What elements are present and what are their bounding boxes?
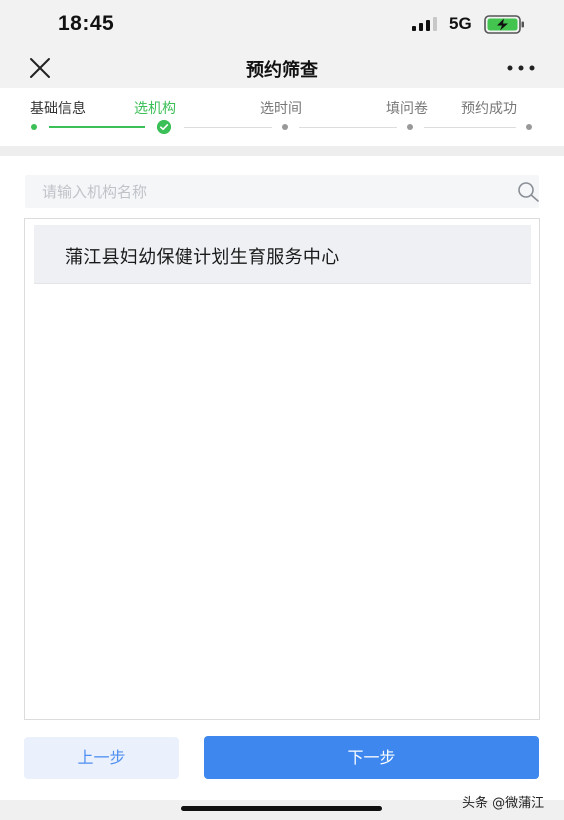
step-label-select-institution: 选机构 <box>134 101 176 117</box>
step-dot-pending <box>282 124 288 130</box>
step-label-success: 预约成功 <box>461 101 517 117</box>
watermark: 头条 @微蒲江 <box>462 796 545 811</box>
prev-step-button[interactable]: 上一步 <box>24 737 179 779</box>
step-dot-done <box>31 124 37 130</box>
step-line <box>184 127 272 128</box>
institution-list: 蒲江县妇幼保健计划生育服务中心 <box>24 218 540 720</box>
search-input[interactable] <box>25 175 495 208</box>
status-time: 18:45 <box>58 12 115 35</box>
home-indicator[interactable] <box>181 806 382 811</box>
search-icon[interactable] <box>516 181 542 203</box>
step-progress: 基础信息 选机构 选时间 填问卷 预约成功 <box>0 88 564 146</box>
step-label-select-time: 选时间 <box>260 101 302 117</box>
battery-charging-icon <box>484 15 524 34</box>
check-circle-icon <box>157 120 171 134</box>
signal-icon <box>412 17 437 31</box>
page-title: 预约筛查 <box>246 60 318 81</box>
more-icon[interactable] <box>506 64 536 72</box>
step-dot-pending <box>407 124 413 130</box>
institution-item[interactable]: 蒲江县妇幼保健计划生育服务中心 <box>34 225 531 284</box>
step-line-complete <box>49 126 145 128</box>
next-step-button[interactable]: 下一步 <box>204 736 539 779</box>
step-dot-pending <box>526 124 532 130</box>
network-label: 5G <box>449 14 472 33</box>
app-screen: 18:45 5G 预约筛查 基础信息 选机构 选时间 填问卷 预约成功 请输入机… <box>0 0 564 820</box>
step-label-basic-info: 基础信息 <box>30 101 86 117</box>
step-line <box>424 127 516 128</box>
institution-name: 蒲江县妇幼保健计划生育服务中心 <box>65 247 340 268</box>
step-line <box>299 127 397 128</box>
search-box <box>25 175 539 208</box>
nav-bar: 预约筛查 <box>0 48 564 88</box>
section-divider <box>0 146 564 156</box>
status-bar: 18:45 5G <box>0 0 564 48</box>
step-label-questionnaire: 填问卷 <box>386 101 428 117</box>
